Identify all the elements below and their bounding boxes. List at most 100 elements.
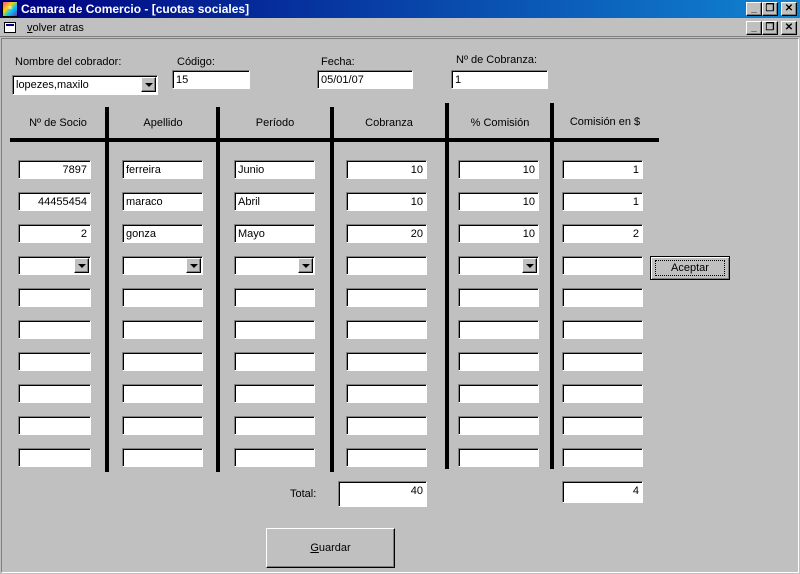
mdi-close-icon[interactable]: ✕ [781,21,797,35]
cell-comision-pesos[interactable]: 2 [562,224,643,243]
guardar-accel: G [310,542,319,554]
cell-cobranza[interactable] [346,416,427,435]
cell-comision-pesos[interactable]: 1 [562,160,643,179]
cell-comision-pct[interactable]: 10 [458,192,539,211]
cell-comision-pesos[interactable] [562,352,643,371]
cell-periodo[interactable] [234,448,315,467]
cell-cobranza[interactable] [346,448,427,467]
column-divider [550,103,554,469]
cell-socio[interactable] [18,448,91,467]
cell-socio[interactable] [18,416,91,435]
restore-icon[interactable]: ❐ [762,2,778,16]
codigo-input[interactable]: 15 [172,70,250,89]
cobrador-value: lopezes,maxilo [16,79,89,91]
cobrador-combo[interactable]: lopezes,maxilo [12,75,158,95]
fecha-input[interactable]: 05/01/07 [317,70,413,89]
cell-comision-pct[interactable] [458,448,539,467]
guardar-button[interactable]: Guardar [266,528,395,568]
cell-periodo[interactable]: Mayo [234,224,315,243]
cell-cobranza[interactable]: 20 [346,224,427,243]
cell-periodo[interactable] [234,416,315,435]
cell-cobranza[interactable] [346,288,427,307]
cell-comision-pct[interactable] [458,416,539,435]
cell-apellido[interactable] [122,448,203,467]
cell-comision-pesos[interactable] [562,320,643,339]
cell-periodo[interactable] [234,352,315,371]
cell-cobranza[interactable] [346,352,427,371]
cell-socio[interactable]: 7897 [18,160,91,179]
cell-apellido[interactable] [122,320,203,339]
mdi-restore-icon[interactable]: ❐ [762,21,778,35]
cell-comision-pct[interactable] [458,320,539,339]
cell-comision-pesos[interactable]: 1 [562,192,643,211]
cell-apellido[interactable] [122,256,203,275]
cell-apellido[interactable]: gonza [122,224,203,243]
cell-periodo[interactable] [234,384,315,403]
aceptar-button[interactable]: Aceptar [650,256,730,280]
cell-comision-pesos[interactable] [562,256,643,275]
menu-volver-atras[interactable]: volver atras [27,22,84,34]
menu-volver-text: olver atras [32,22,84,34]
cell-comision-pesos[interactable] [562,448,643,467]
cell-socio[interactable] [18,288,91,307]
cell-periodo[interactable] [234,288,315,307]
cell-comision-pesos[interactable] [562,416,643,435]
cell-socio[interactable] [18,384,91,403]
total-cobranza-input[interactable]: 40 [338,481,427,507]
cell-socio[interactable] [18,352,91,371]
cell-value: 10 [522,164,535,176]
total-label: Total: [290,488,317,500]
cell-value: 2 [632,228,639,240]
guardar-text: uardar [318,542,351,554]
cell-periodo[interactable] [234,256,315,275]
cell-apellido[interactable]: ferreira [122,160,203,179]
cell-comision-pesos[interactable] [562,288,643,307]
title-bar[interactable]: ≡ Camara de Comercio - [cuotas sociales]… [0,0,800,18]
cell-apellido[interactable] [122,384,203,403]
cell-cobranza[interactable]: 10 [346,192,427,211]
mdi-minimize-icon[interactable]: _ [746,21,762,35]
cell-comision-pct[interactable] [458,352,539,371]
cell-value: gonza [126,228,156,240]
cell-value: 1 [632,196,639,208]
chevron-down-icon[interactable] [298,258,313,273]
cell-apellido[interactable] [122,288,203,307]
cobrador-label: Nombre del cobrador: [15,56,122,68]
cell-comision-pesos[interactable] [562,384,643,403]
chevron-down-icon[interactable] [141,77,156,92]
codigo-label: Código: [177,56,215,68]
header-apellido: Apellido [143,117,183,129]
cell-socio[interactable] [18,256,91,275]
cell-apellido[interactable]: maraco [122,192,203,211]
cobranza-num-input[interactable]: 1 [451,70,548,89]
column-divider [216,107,220,472]
cell-cobranza[interactable] [346,384,427,403]
cell-socio[interactable]: 44455454 [18,192,91,211]
cell-comision-pct[interactable]: 10 [458,224,539,243]
cell-value: Junio [238,164,265,176]
cell-cobranza[interactable] [346,320,427,339]
minimize-icon[interactable]: _ [746,2,762,16]
cell-value: 7897 [62,164,87,176]
cell-periodo[interactable]: Abril [234,192,315,211]
cell-apellido[interactable] [122,416,203,435]
cell-apellido[interactable] [122,352,203,371]
cell-value: 10 [410,164,423,176]
cell-socio[interactable] [18,320,91,339]
cell-socio[interactable]: 2 [18,224,91,243]
document-icon[interactable] [4,22,16,33]
chevron-down-icon[interactable] [74,258,89,273]
total-comision-input[interactable]: 4 [562,481,643,503]
close-icon[interactable]: ✕ [781,2,797,16]
cell-comision-pct[interactable] [458,288,539,307]
chevron-down-icon[interactable] [186,258,201,273]
app-icon[interactable]: ≡ [2,1,18,17]
cell-comision-pct[interactable] [458,256,539,275]
cell-cobranza[interactable]: 10 [346,160,427,179]
cell-periodo[interactable]: Junio [234,160,315,179]
chevron-down-icon[interactable] [522,258,537,273]
cell-comision-pct[interactable] [458,384,539,403]
cell-comision-pct[interactable]: 10 [458,160,539,179]
cell-periodo[interactable] [234,320,315,339]
cell-cobranza[interactable] [346,256,427,275]
